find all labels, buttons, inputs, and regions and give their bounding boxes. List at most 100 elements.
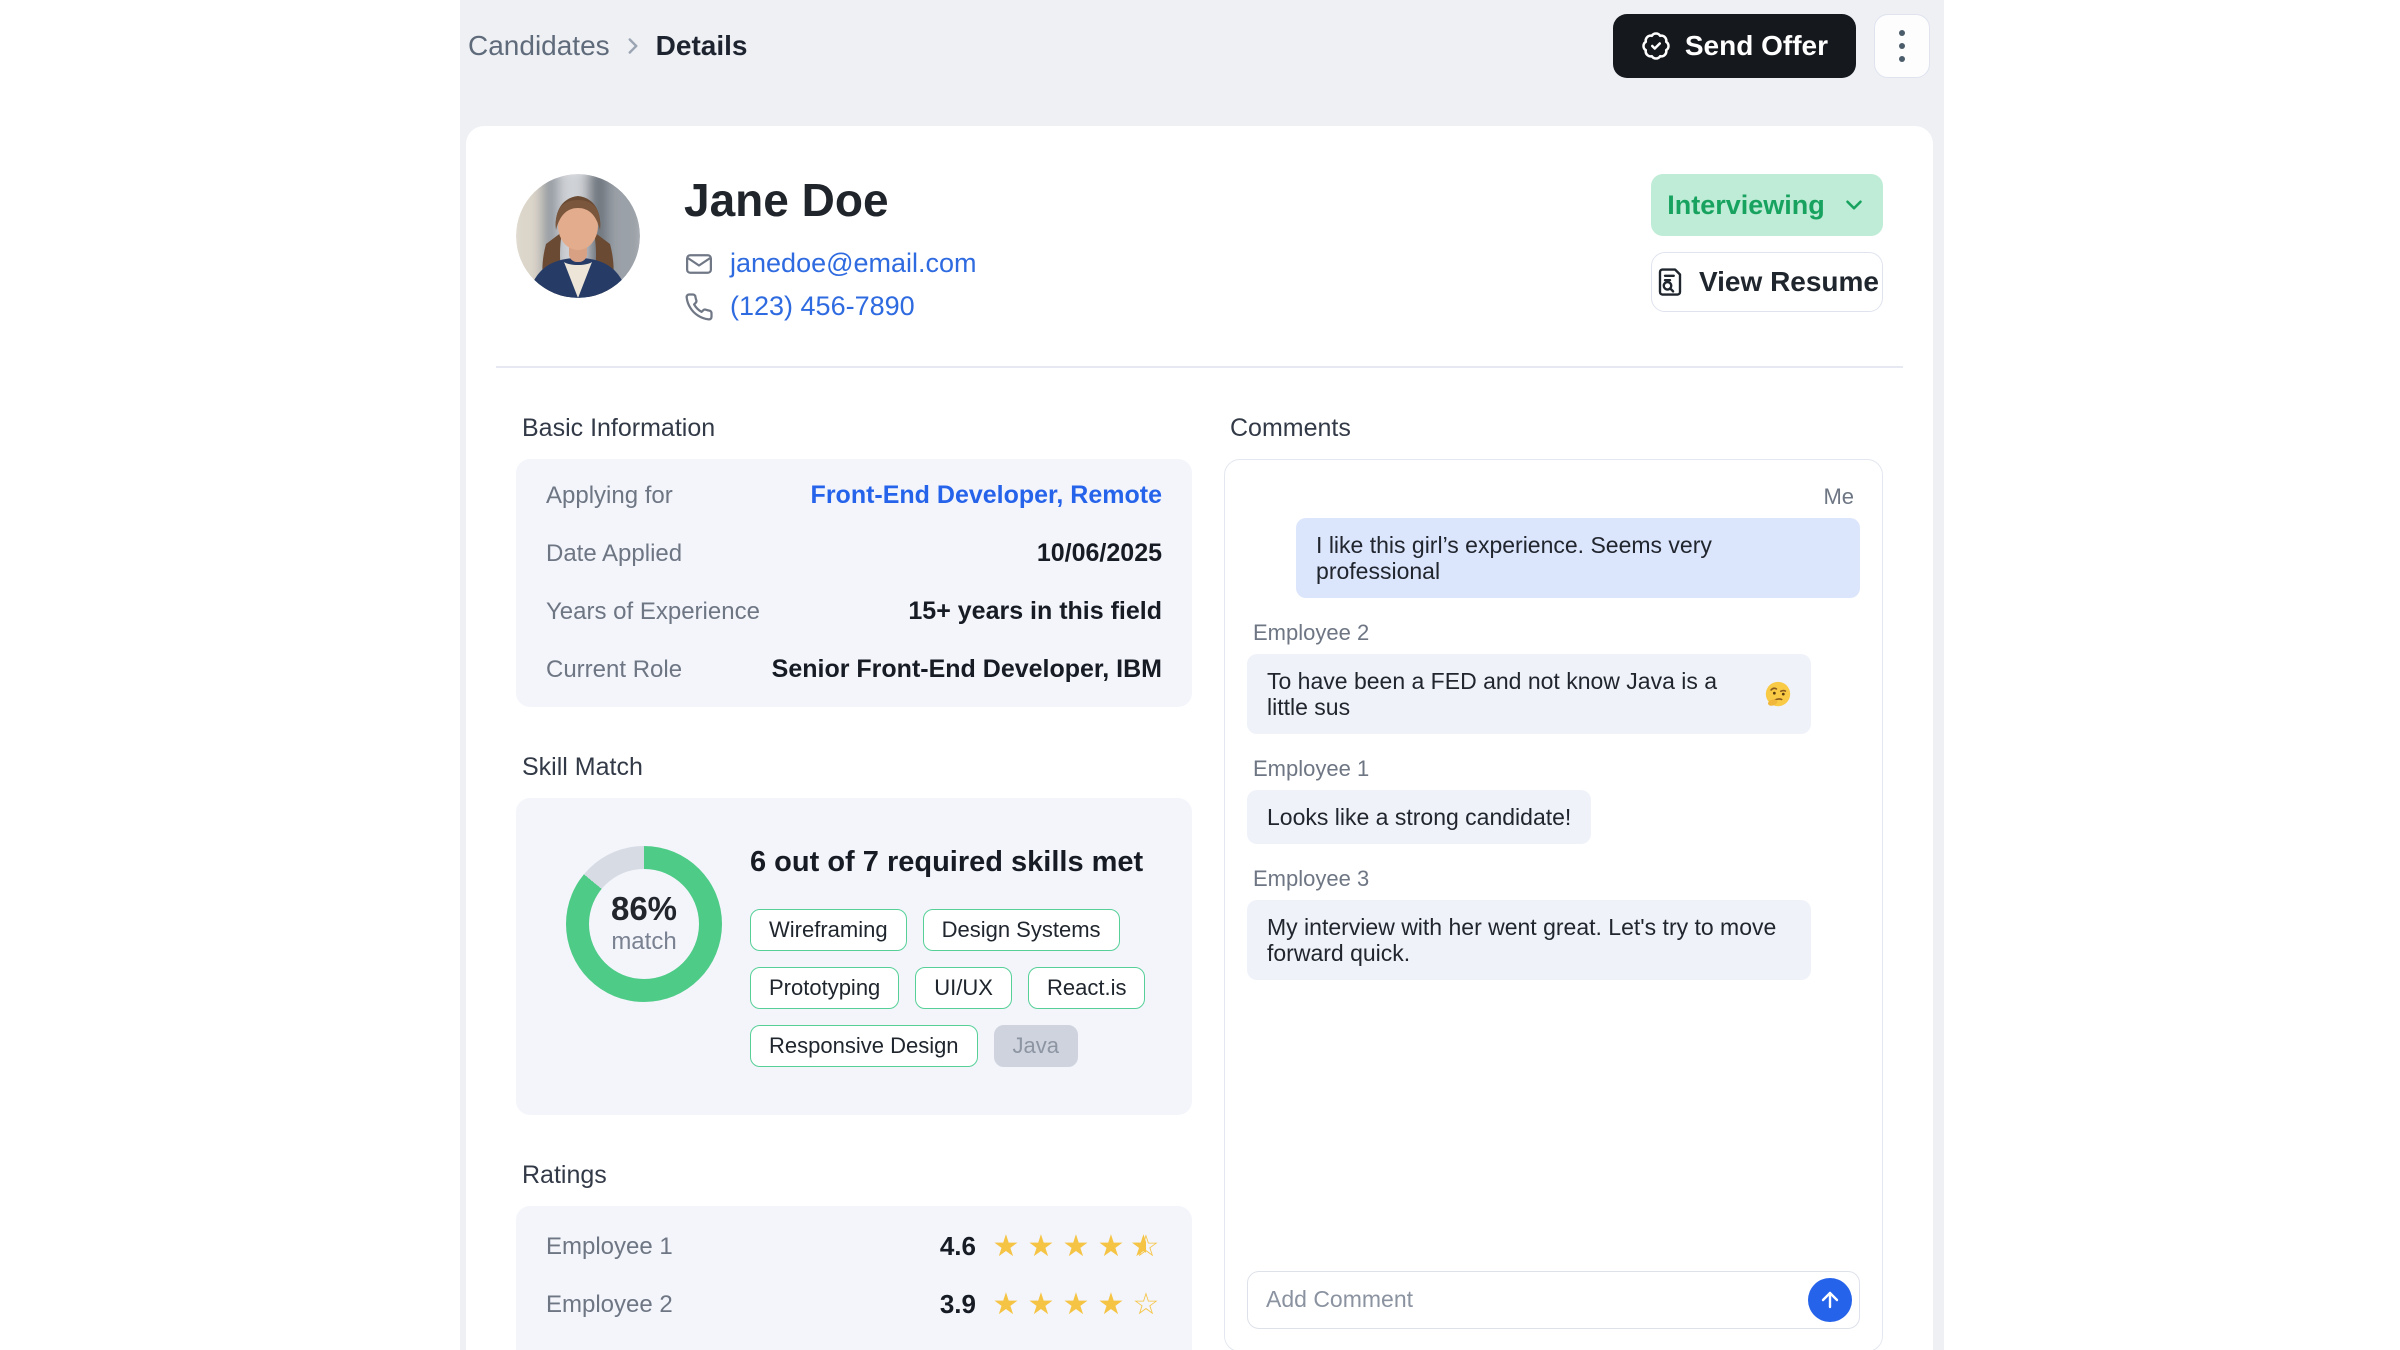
add-comment-input[interactable]: [1247, 1271, 1860, 1329]
top-bar: Candidates Details Send Offer: [460, 0, 1944, 126]
star-icon: ★: [990, 1290, 1022, 1320]
comments-thread: Me I like this girl’s experience. Seems v…: [1247, 482, 1860, 1271]
info-row: Current Role Senior Front-End Developer, …: [546, 641, 1162, 699]
skill-chips: Wireframing Design Systems Prototyping UI/U…: [750, 909, 1152, 1067]
comment-author: Employee 3: [1253, 866, 1369, 892]
info-row: Applying for Front-End Developer, Remote: [546, 467, 1162, 525]
skill-chip-unmatched: Java: [994, 1025, 1078, 1067]
star-icon: ★: [1060, 1232, 1092, 1262]
view-resume-label: View Resume: [1699, 266, 1879, 298]
comment-message: Employee 3 My interview with her went gre…: [1247, 866, 1860, 980]
comment-text: Looks like a strong candidate!: [1267, 804, 1571, 830]
comment-message: Me I like this girl’s experience. Seems v…: [1247, 484, 1860, 598]
identity-block: Jane Doe janedoe@email.com (123) 456-789…: [684, 174, 977, 322]
page: Candidates Details Send Offer: [0, 0, 2400, 1350]
candidate-email-link[interactable]: janedoe@email.com: [730, 248, 977, 279]
info-row-label: Years of Experience: [546, 598, 760, 626]
rating-score: 3.9: [940, 1289, 976, 1320]
content-columns: Basic Information Applying for Front-End …: [466, 368, 1933, 1350]
breadcrumb: Candidates Details: [468, 14, 747, 78]
skill-chip: UI/UX: [915, 967, 1012, 1009]
info-row-value: 15+ years in this field: [908, 597, 1162, 626]
comment-message: Employee 1 Looks like a strong candidate!: [1247, 756, 1860, 844]
comment-message: Employee 2To have been a FED and not kno…: [1247, 620, 1860, 734]
info-row-value: 10/06/2025: [1037, 539, 1162, 568]
skill-chip: Prototyping: [750, 967, 899, 1009]
info-row-value-link[interactable]: Front-End Developer, Remote: [811, 481, 1162, 510]
match-caption: match: [611, 928, 676, 956]
view-resume-button[interactable]: View Resume: [1651, 252, 1883, 312]
candidate-phone-link[interactable]: (123) 456-7890: [730, 291, 915, 322]
comment-text: I like this girl’s experience. Seems ver…: [1316, 532, 1840, 584]
thinking-face-emoji: [1765, 681, 1791, 707]
phone-icon: [684, 292, 714, 322]
skills-met-headline: 6 out of 7 required skills met: [750, 846, 1152, 879]
comment-text: To have been a FED and not know Java is …: [1267, 668, 1757, 720]
star-icon: ★: [1025, 1232, 1057, 1262]
comment-bubble: Looks like a strong candidate!: [1247, 790, 1591, 844]
comment-bubble: To have been a FED and not know Java is …: [1247, 654, 1811, 734]
comment-text: My interview with her went great. Let's …: [1267, 914, 1791, 966]
comments-title: Comments: [1230, 414, 1883, 443]
star-icon: ★: [1095, 1232, 1127, 1262]
file-search-icon: [1655, 267, 1685, 297]
kebab-dot: [1899, 30, 1905, 36]
rating-score: 4.6: [940, 1231, 976, 1262]
rating-right: 4.6★★★★☆★: [940, 1231, 1162, 1262]
donut-center: 86% match: [589, 869, 699, 979]
chevron-down-icon: [1841, 192, 1867, 218]
rating-name: Employee 2: [546, 1291, 673, 1319]
info-row-value: Senior Front-End Developer, IBM: [772, 655, 1162, 684]
mail-icon: [684, 249, 714, 279]
skill-chip: Wireframing: [750, 909, 907, 951]
star-icon: ★: [1095, 1290, 1127, 1320]
skill-chip: Responsive Design: [750, 1025, 978, 1067]
comment-bubble: My interview with her went great. Let's …: [1247, 900, 1811, 980]
send-comment-button[interactable]: [1808, 1278, 1852, 1322]
topbar-actions: Send Offer: [1613, 14, 1930, 78]
phone-row: (123) 456-7890: [684, 291, 977, 322]
status-label: Interviewing: [1667, 190, 1825, 221]
info-row-label: Applying for: [546, 482, 673, 510]
skill-chip: Design Systems: [923, 909, 1120, 951]
rating-row: Employee 14.6★★★★☆★: [546, 1218, 1162, 1276]
app-container: Candidates Details Send Offer: [460, 0, 1944, 1350]
comments-panel: Me I like this girl’s experience. Seems v…: [1224, 459, 1883, 1350]
left-column: Basic Information Applying for Front-End …: [516, 368, 1192, 1350]
star-icon: ★: [990, 1232, 1022, 1262]
avatar: [516, 174, 640, 298]
skill-chip: React.is: [1028, 967, 1145, 1009]
comment-author: Me: [1823, 484, 1854, 510]
chevron-right-icon: [620, 33, 646, 59]
more-options-button[interactable]: [1874, 14, 1930, 78]
send-offer-label: Send Offer: [1685, 30, 1828, 62]
rating-row: Employee 2 3.9 ★★★★☆: [546, 1276, 1162, 1334]
rating-name: Employee 1: [546, 1233, 673, 1261]
profile-actions: Interviewing View Resume: [1651, 174, 1883, 322]
status-dropdown[interactable]: Interviewing: [1651, 174, 1883, 236]
basic-info-title: Basic Information: [522, 414, 1192, 443]
breadcrumb-candidates[interactable]: Candidates: [468, 30, 610, 62]
star-rating: ★★★★☆: [990, 1290, 1162, 1320]
ratings-panel: Employee 14.6★★★★☆★Employee 23.9★★★★☆Emp…: [516, 1206, 1192, 1350]
comment-author: Employee 1: [1253, 756, 1369, 782]
right-column: Comments Me I like this girl’s experience…: [1224, 368, 1883, 1350]
comment-input-wrapper: [1247, 1271, 1860, 1329]
badge-check-icon: [1641, 31, 1671, 61]
skill-details: 6 out of 7 required skills met Wireframi…: [750, 846, 1152, 1067]
skill-match-title: Skill Match: [522, 753, 1192, 782]
info-row-label: Current Role: [546, 656, 682, 684]
star-icon: ★: [1060, 1290, 1092, 1320]
candidate-name: Jane Doe: [684, 174, 977, 226]
send-offer-button[interactable]: Send Offer: [1613, 14, 1856, 78]
skill-match-panel: 86% match 6 out of 7 required skills met…: [516, 798, 1192, 1115]
basic-info-panel: Applying for Front-End Developer, Remote D…: [516, 459, 1192, 707]
comment-bubble: I like this girl’s experience. Seems ver…: [1296, 518, 1860, 598]
rating-row: Employee 35★★★★★: [546, 1334, 1162, 1350]
candidate-card: Jane Doe janedoe@email.com (123) 456-789…: [466, 126, 1933, 1350]
arrow-up-icon: [1818, 1288, 1842, 1312]
skill-match-donut: 86% match: [566, 846, 722, 1002]
info-row-label: Date Applied: [546, 540, 682, 568]
info-row: Years of Experience 15+ years in this fie…: [546, 583, 1162, 641]
star-icon: ☆★: [1130, 1232, 1162, 1262]
